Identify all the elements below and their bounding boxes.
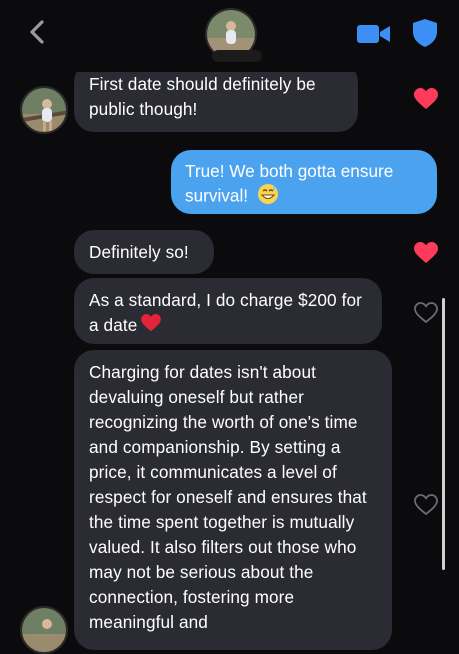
heart-liked-icon[interactable] xyxy=(414,242,438,264)
message-text: As a standard, I do charge $200 for a da… xyxy=(89,290,362,335)
message-bubble-incoming: Charging for dates isn't about devaluing… xyxy=(74,350,392,650)
scrollbar[interactable] xyxy=(442,298,445,570)
message-text: Definitely so! xyxy=(89,242,189,262)
heart-outline-icon[interactable] xyxy=(414,302,438,324)
video-camera-icon[interactable] xyxy=(356,22,392,46)
message-text: True! We both gotta ensure survival! xyxy=(185,161,394,206)
heart-outline-icon[interactable] xyxy=(414,494,438,516)
avatar[interactable] xyxy=(20,606,68,654)
heart-liked-icon[interactable] xyxy=(414,88,438,110)
shield-icon[interactable] xyxy=(412,18,438,48)
message-text: Charging for dates isn't about devaluing… xyxy=(89,362,367,632)
avatar[interactable] xyxy=(20,86,68,134)
chevron-left-icon[interactable] xyxy=(20,14,56,50)
chat-header xyxy=(0,0,459,72)
message-text: First date should definitely be public t… xyxy=(89,74,316,119)
message-bubble-incoming: First date should definitely be public t… xyxy=(74,62,358,132)
redacted-name xyxy=(212,50,262,62)
grin-sweat-emoji xyxy=(257,183,279,211)
message-bubble-incoming: Definitely so! xyxy=(74,230,214,274)
red-heart-emoji xyxy=(141,313,162,339)
message-thread[interactable]: First date should definitely be public t… xyxy=(0,0,459,654)
message-bubble-outgoing: True! We both gotta ensure survival! xyxy=(171,150,437,214)
message-bubble-incoming: As a standard, I do charge $200 for a da… xyxy=(74,278,382,344)
